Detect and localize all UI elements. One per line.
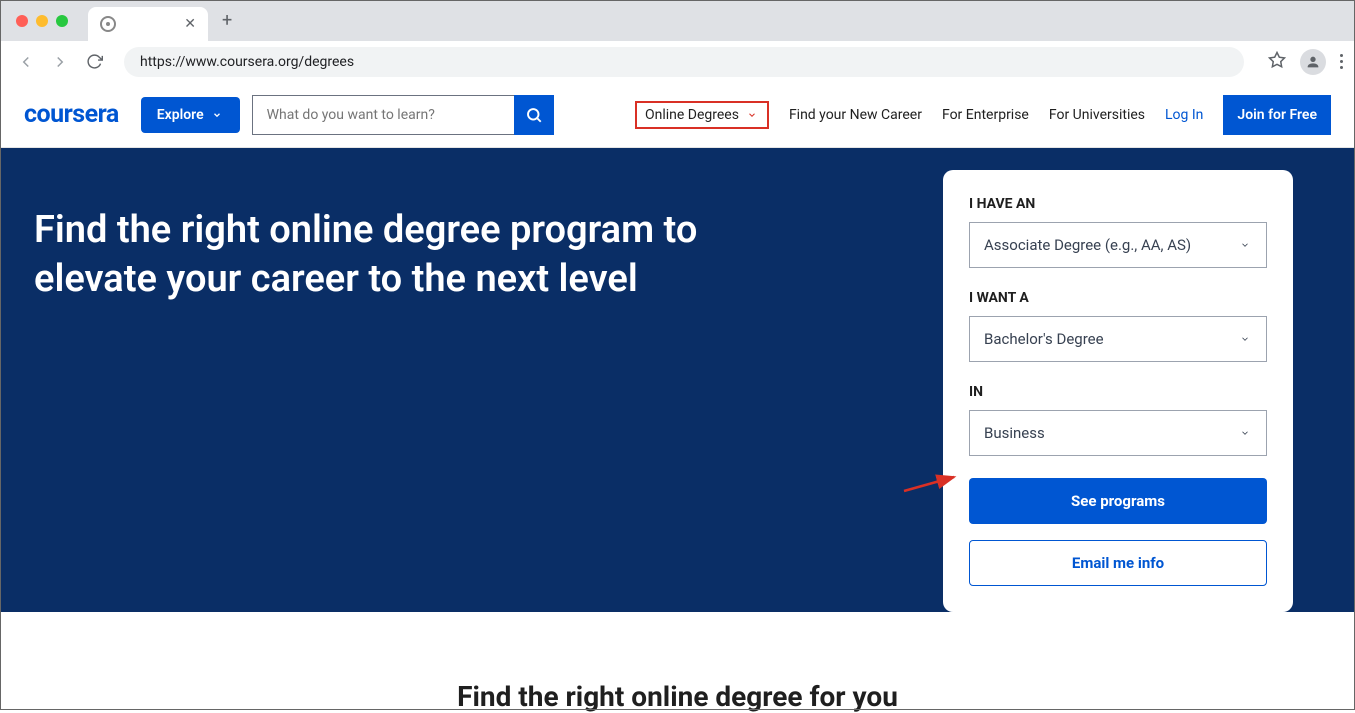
chevron-down-icon bbox=[745, 110, 759, 120]
chevron-down-icon bbox=[1238, 428, 1252, 438]
header-nav: Online Degrees Find your New Career For … bbox=[635, 95, 1331, 135]
select-i-want[interactable]: Bachelor's Degree bbox=[969, 316, 1267, 362]
nav-for-enterprise[interactable]: For Enterprise bbox=[942, 107, 1029, 123]
back-button[interactable] bbox=[12, 48, 40, 76]
url-actions bbox=[1268, 49, 1343, 75]
hero-section: Find the right online degree program to … bbox=[0, 148, 1355, 612]
select-in-subject[interactable]: Business bbox=[969, 410, 1267, 456]
url-text: https://www.coursera.org/degrees bbox=[140, 54, 354, 70]
search-icon bbox=[525, 106, 543, 124]
window-close-button[interactable] bbox=[16, 15, 28, 27]
search-button[interactable] bbox=[514, 95, 554, 135]
see-programs-button[interactable]: See programs bbox=[969, 478, 1267, 524]
select-i-want-value: Bachelor's Degree bbox=[984, 330, 1104, 348]
browser-tab[interactable]: ✕ bbox=[88, 7, 208, 41]
url-bar: https://www.coursera.org/degrees bbox=[0, 41, 1355, 82]
browser-chrome: ✕ + https://www.coursera.org/degrees bbox=[0, 0, 1355, 82]
coursera-logo[interactable]: coursera bbox=[24, 100, 119, 129]
forward-button[interactable] bbox=[46, 48, 74, 76]
nav-find-career[interactable]: Find your New Career bbox=[789, 107, 922, 123]
select-i-have-value: Associate Degree (e.g., AA, AS) bbox=[984, 236, 1191, 254]
nav-online-degrees-label: Online Degrees bbox=[645, 107, 739, 123]
join-for-free-button[interactable]: Join for Free bbox=[1223, 95, 1331, 135]
select-i-have[interactable]: Associate Degree (e.g., AA, AS) bbox=[969, 222, 1267, 268]
tab-bar: ✕ + bbox=[0, 0, 1355, 41]
chevron-down-icon bbox=[1238, 334, 1252, 344]
chevron-down-icon bbox=[210, 110, 224, 120]
below-hero-section: Find the right online degree for you bbox=[0, 612, 1355, 713]
explore-label: Explore bbox=[157, 107, 204, 123]
nav-log-in[interactable]: Log In bbox=[1165, 107, 1203, 123]
explore-button[interactable]: Explore bbox=[141, 97, 240, 133]
window-minimize-button[interactable] bbox=[36, 15, 48, 27]
form-label-want: I WANT A bbox=[969, 290, 1267, 306]
window-maximize-button[interactable] bbox=[56, 15, 68, 27]
search-container bbox=[252, 95, 554, 135]
tab-close-button[interactable]: ✕ bbox=[184, 16, 196, 32]
address-bar[interactable]: https://www.coursera.org/degrees bbox=[124, 47, 1244, 77]
email-me-info-button[interactable]: Email me info bbox=[969, 540, 1267, 586]
select-in-subject-value: Business bbox=[984, 424, 1045, 442]
below-hero-title: Find the right online degree for you bbox=[0, 680, 1355, 713]
bookmark-star-icon[interactable] bbox=[1268, 51, 1286, 73]
degree-finder-form: I HAVE AN Associate Degree (e.g., AA, AS… bbox=[943, 170, 1293, 612]
nav-for-universities[interactable]: For Universities bbox=[1049, 107, 1145, 123]
browser-menu-button[interactable] bbox=[1340, 54, 1343, 69]
reload-button[interactable] bbox=[80, 48, 108, 76]
profile-button[interactable] bbox=[1300, 49, 1326, 75]
site-header: coursera Explore Online Degrees Find you… bbox=[0, 82, 1355, 148]
chevron-down-icon bbox=[1238, 240, 1252, 250]
new-tab-button[interactable]: + bbox=[222, 10, 232, 31]
search-input[interactable] bbox=[252, 95, 514, 135]
window-controls bbox=[16, 15, 68, 27]
form-label-have: I HAVE AN bbox=[969, 196, 1267, 212]
chrome-favicon-icon bbox=[100, 16, 116, 32]
hero-title: Find the right online degree program to … bbox=[34, 206, 794, 612]
form-label-in: IN bbox=[969, 384, 1267, 400]
nav-online-degrees[interactable]: Online Degrees bbox=[635, 101, 769, 129]
